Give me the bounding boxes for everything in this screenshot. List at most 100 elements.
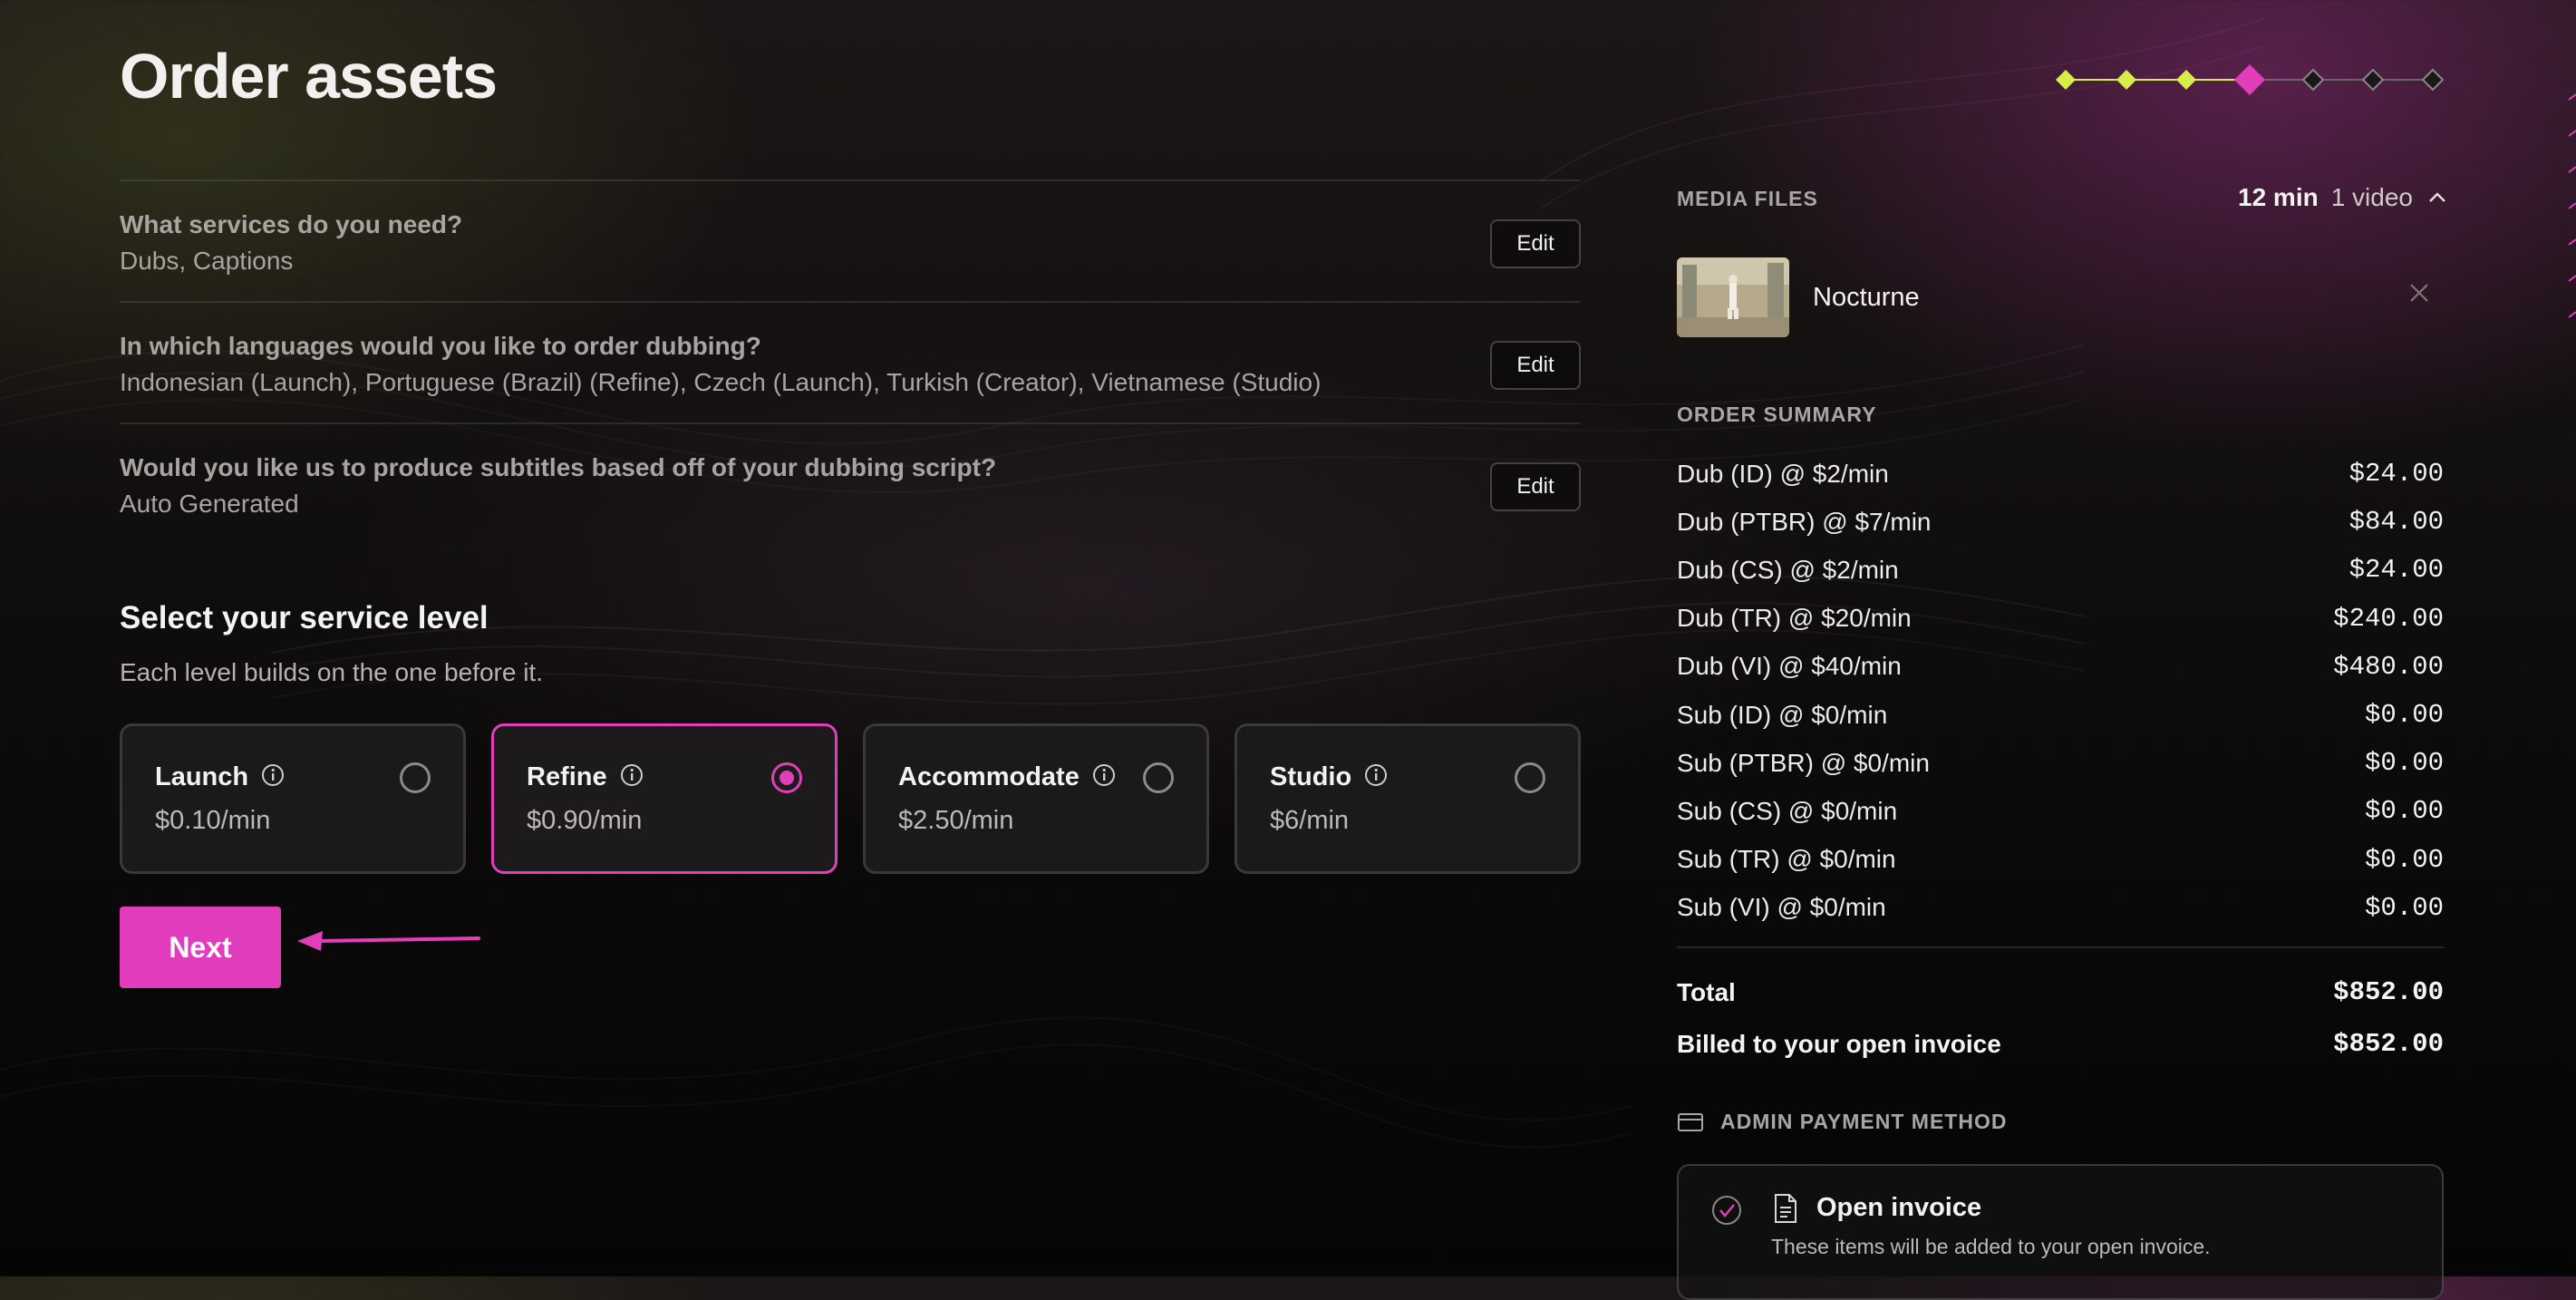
level-price: $0.90/min [527,806,643,835]
total-amount: $852.00 [2333,977,2444,1007]
summary-item-amount: $0.00 [2364,796,2444,827]
service-level-accommodate[interactable]: Accommodate $2.50/min [863,723,1209,874]
level-price: $6/min [1270,806,1350,835]
arrow-left-icon [297,931,480,951]
question-row-languages: In which languages would you like to ord… [120,301,1581,422]
level-name: Refine [527,762,607,791]
edit-languages-button[interactable]: Edit [1490,341,1581,390]
level-name: Studio [1270,762,1352,791]
step-7 [2421,68,2445,92]
summary-item-amount: $0.00 [2364,892,2444,923]
chevron-up-icon[interactable] [2426,186,2449,209]
answer-text: Auto Generated [120,490,299,518]
page-title: Order assets [120,41,498,112]
step-6 [2361,68,2385,92]
summary-item-label: Dub (TR) @ $20/min [1677,604,1912,633]
summary-row: Dub (TR) @ $20/min $240.00 [1677,595,2444,643]
level-name-wrap: Accommodate [898,762,1116,794]
summary-divider [1677,946,2444,948]
edit-services-button[interactable]: Edit [1490,219,1581,268]
media-files-label: MEDIA FILES [1677,187,1818,210]
summary-item-amount: $240.00 [2333,603,2444,634]
info-icon[interactable] [1364,763,1388,794]
level-name-wrap: Refine [527,762,644,794]
progress-stepper [2050,62,2449,98]
summary-item-amount: $24.00 [2348,555,2444,586]
question-text: Would you like us to produce subtitles b… [120,453,997,481]
edit-subtitles-button[interactable]: Edit [1490,462,1581,511]
service-level-subtitle: Each level builds on the one before it. [120,658,543,686]
question-text: What services do you need? [120,210,463,238]
summary-row: Dub (PTBR) @ $7/min $84.00 [1677,498,2444,546]
summary-row: Sub (ID) @ $0/min $0.00 [1677,691,2444,739]
info-icon[interactable] [620,763,644,794]
order-summary-list: Dub (ID) @ $2/min $24.00 Dub (PTBR) @ $7/… [1677,450,2444,932]
order-questions: What services do you need? Dubs, Caption… [120,179,1581,544]
question-text: In which languages would you like to ord… [120,332,761,360]
summary-item-label: Sub (ID) @ $0/min [1677,700,1888,729]
step-2-done [2116,70,2136,90]
service-level-launch[interactable]: Launch $0.10/min [120,723,466,874]
service-level-refine[interactable]: Refine $0.90/min [491,723,838,874]
summary-item-amount: $84.00 [2348,507,2444,538]
level-name: Launch [155,762,249,791]
summary-row: Dub (CS) @ $2/min $24.00 [1677,546,2444,594]
summary-item-amount: $480.00 [2333,651,2444,682]
summary-item-label: Dub (CS) @ $2/min [1677,555,1899,584]
summary-item-amount: $0.00 [2364,748,2444,779]
summary-item-label: Dub (ID) @ $2/min [1677,459,1889,488]
billed-label: Billed to your open invoice [1677,1029,2001,1058]
radio-button[interactable] [400,762,431,793]
level-name-wrap: Studio [1270,762,1388,794]
summary-item-label: Sub (CS) @ $0/min [1677,796,1898,825]
info-icon[interactable] [261,763,285,794]
summary-row: Sub (CS) @ $0/min $0.00 [1677,787,2444,835]
service-level-title: Select your service level [120,600,489,635]
invoice-option-description: These items will be added to your open i… [1771,1235,2211,1258]
file-name: Nocturne [1813,283,1920,312]
summary-row: Sub (VI) @ $0/min $0.00 [1677,884,2444,932]
summary-row: Sub (TR) @ $0/min $0.00 [1677,836,2444,884]
billed-row: Billed to your open invoice $852.00 [1677,1018,2444,1070]
open-invoice-option[interactable]: Open invoice These items will be added t… [1677,1164,2444,1300]
billed-amount: $852.00 [2333,1029,2444,1059]
summary-item-amount: $0.00 [2364,844,2444,875]
payment-method-label: ADMIN PAYMENT METHOD [1720,1110,2008,1133]
step-5 [2301,68,2325,92]
question-row-subtitles: Would you like us to produce subtitles b… [120,422,1581,544]
invoice-option-title: Open invoice [1816,1193,1982,1222]
close-icon[interactable] [2406,279,2433,306]
radio-button[interactable] [1515,762,1545,793]
radio-button[interactable] [1143,762,1174,793]
radio-button-selected[interactable] [771,762,802,793]
question-row-services: What services do you need? Dubs, Caption… [120,179,1581,301]
info-icon[interactable] [1092,763,1116,794]
level-price: $2.50/min [898,806,1014,835]
service-level-options: Launch $0.10/min Refine $0.90/min Accomm… [120,723,1581,874]
step-3-done [2176,70,2196,90]
summary-item-amount: $24.00 [2348,459,2444,490]
step-4-current [2234,64,2265,95]
summary-item-label: Sub (VI) @ $0/min [1677,893,1886,922]
summary-row: Dub (VI) @ $40/min $480.00 [1677,643,2444,691]
summary-row: Sub (PTBR) @ $0/min $0.00 [1677,739,2444,787]
media-duration: 12 min [2238,183,2319,211]
total-row: Total $852.00 [1677,966,2444,1018]
answer-text: Indonesian (Launch), Portuguese (Brazil)… [120,368,1322,396]
level-price: $0.10/min [155,806,271,835]
level-name-wrap: Launch [155,762,285,794]
summary-item-label: Sub (PTBR) @ $0/min [1677,748,1930,777]
order-totals: Total $852.00 Billed to your open invoice… [1677,966,2444,1070]
check-circle-icon[interactable] [1711,1195,1742,1226]
summary-item-label: Dub (VI) @ $40/min [1677,652,1902,681]
service-level-studio[interactable]: Studio $6/min [1235,723,1581,874]
next-button[interactable]: Next [120,907,281,988]
total-label: Total [1677,977,1736,1006]
summary-row: Dub (ID) @ $2/min $24.00 [1677,450,2444,498]
answer-text: Dubs, Captions [120,247,294,275]
document-icon [1775,1194,1796,1223]
summary-item-amount: $0.00 [2364,700,2444,731]
step-1-done [2056,70,2076,90]
decorative-edge-pattern [2568,93,2576,318]
payment-method-header: ADMIN PAYMENT METHOD [1677,1110,2007,1134]
